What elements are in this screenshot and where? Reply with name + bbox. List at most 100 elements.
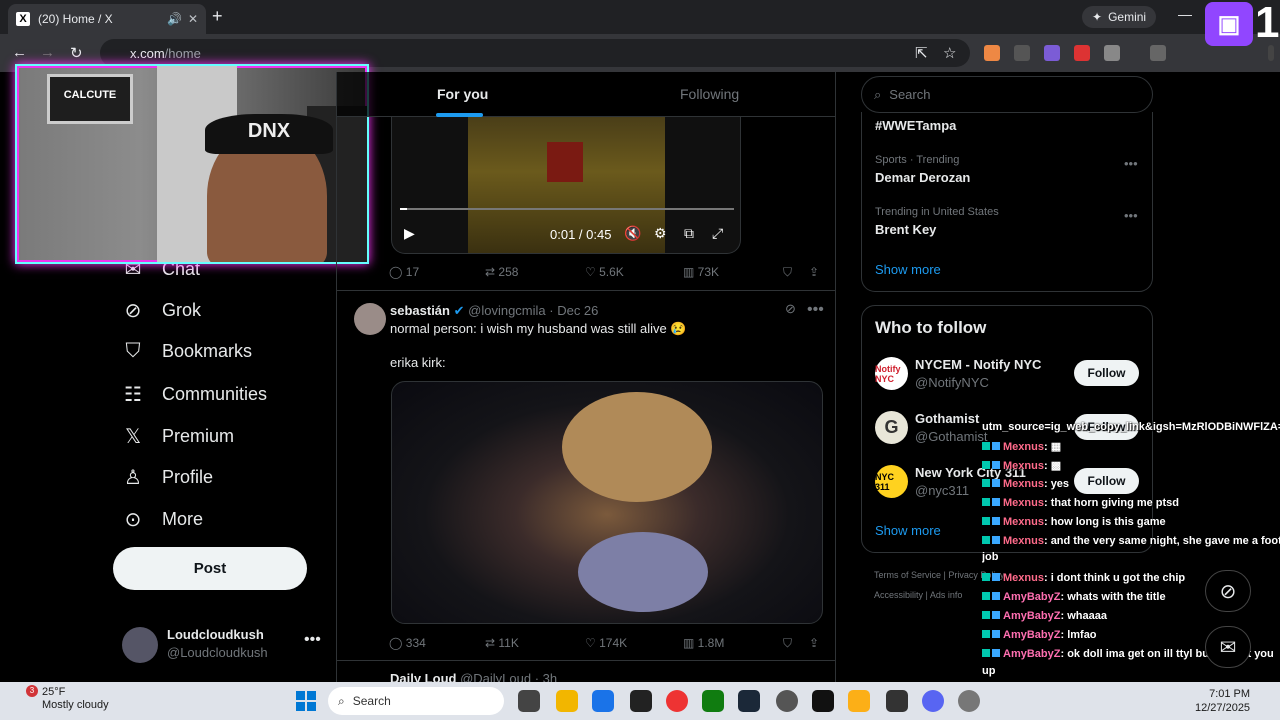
messages-floating-button[interactable]: ✉ (1205, 626, 1251, 668)
avatar[interactable]: G (875, 411, 908, 444)
gemini-button[interactable]: ✦ Gemini (1082, 6, 1157, 28)
more-dots-icon[interactable]: ••• (807, 301, 824, 319)
suggestion-name[interactable]: Gothamist (915, 411, 979, 426)
settings-icon[interactable]: ⚙ (654, 225, 667, 242)
taskbar-search[interactable]: ⌕ Search (328, 687, 504, 715)
footer-links[interactable]: Accessibility | Ads info (874, 590, 962, 600)
task-view-icon[interactable] (518, 690, 540, 712)
close-tab-icon[interactable]: ✕ (188, 12, 198, 26)
tab-search-icon[interactable] (1150, 45, 1166, 61)
reply-button[interactable]: ◯ 334 (389, 636, 426, 650)
extension-icon[interactable] (1044, 45, 1060, 61)
avatar[interactable]: NYC 311 (875, 465, 908, 498)
x-icon: 𝕏 (124, 426, 142, 448)
extension-icon[interactable] (1014, 45, 1030, 61)
chat-username: Mexnus (1003, 572, 1044, 584)
epic-games-icon[interactable] (812, 690, 834, 712)
grok-floating-button[interactable]: ⊘ (1205, 570, 1251, 612)
extension-icon[interactable] (984, 45, 1000, 61)
weather-widget[interactable]: 25°F Mostly cloudy (26, 686, 109, 712)
tweet-author[interactable]: sebastián ✔ @lovingcmila · Dec 26 (390, 303, 598, 319)
tab-following[interactable]: Following (680, 86, 739, 102)
start-button[interactable] (296, 691, 316, 711)
more-dots-icon[interactable]: ••• (304, 631, 321, 649)
repost-button[interactable]: ⇄ 258 (485, 265, 518, 279)
system-clock[interactable]: 7:01 PM 12/27/2025 (1195, 687, 1250, 715)
chat-badge-icon (982, 649, 990, 657)
share-icon[interactable]: ⇪ (809, 265, 819, 279)
nav-more[interactable]: ⊙ More (122, 507, 203, 532)
pip-icon[interactable]: ⧉ (684, 225, 694, 242)
back-icon[interactable]: ← (12, 44, 27, 61)
nav-premium[interactable]: 𝕏 Premium (122, 424, 234, 449)
post-button[interactable]: Post (113, 547, 307, 590)
speaker-icon[interactable]: 🔊 (167, 12, 182, 26)
more-dots-icon[interactable]: ••• (1124, 156, 1138, 171)
show-more-link[interactable]: Show more (875, 523, 941, 538)
tweet-video[interactable] (391, 381, 823, 624)
video-progress-bar[interactable] (400, 208, 734, 210)
nav-label: Communities (162, 384, 268, 404)
forward-icon[interactable]: → (40, 44, 55, 61)
install-icon[interactable]: ⇱ (915, 44, 928, 62)
nav-grok[interactable]: ⊘ Grok (122, 298, 201, 323)
xbox-icon[interactable] (702, 690, 724, 712)
settings-icon[interactable] (958, 690, 980, 712)
extension-icon[interactable] (1074, 45, 1090, 61)
show-more-link[interactable]: Show more (875, 262, 941, 277)
address-input[interactable]: x.com/home (100, 39, 970, 67)
fullscreen-icon[interactable]: ⤢ (712, 225, 723, 242)
steam-icon[interactable] (738, 690, 760, 712)
star-icon[interactable]: ☆ (943, 44, 956, 62)
chat-username: Mexnus (1003, 478, 1044, 490)
video-player[interactable]: ▶ 0:01 / 0:45 🔇 ⚙ ⧉ ⤢ (391, 117, 741, 254)
nav-bookmarks[interactable]: ⛉ Bookmarks (122, 340, 253, 363)
search-input[interactable]: ⌕ Search (861, 76, 1153, 113)
account-switcher[interactable]: Loudcloudkush @Loudcloudkush ••• (122, 625, 322, 665)
trend-name[interactable]: #WWETampa (875, 118, 956, 133)
mute-icon[interactable]: 🔇 (624, 225, 641, 242)
minimize-button[interactable]: — (1178, 6, 1192, 22)
chrome-icon[interactable] (666, 690, 688, 712)
views-button[interactable]: ▥ 73K (683, 265, 719, 279)
store-icon[interactable] (592, 690, 614, 712)
bookmark-icon[interactable]: ⛉ (783, 265, 792, 280)
rockstar-icon[interactable] (848, 690, 870, 712)
chat-line: Mexnus: how long is this game (982, 516, 1280, 528)
tweet[interactable]: sebastián ✔ @lovingcmila · Dec 26 ⊘ ••• … (337, 290, 835, 660)
suggestion-name[interactable]: NYCEM - Notify NYC (915, 357, 1041, 372)
browser-tab[interactable]: X (20) Home / X 🔊 ✕ (8, 4, 206, 34)
tab-for-you[interactable]: For you (437, 86, 488, 102)
follow-button[interactable]: Follow (1074, 360, 1139, 386)
avatar[interactable] (354, 303, 386, 335)
bookmark-icon[interactable]: ⛉ (783, 636, 792, 651)
weather-condition: Mostly cloudy (42, 699, 109, 711)
repost-button[interactable]: ⇄ 11K (485, 636, 519, 650)
like-button[interactable]: ♡ 5.6K (585, 265, 624, 279)
trend-name[interactable]: Demar Derozan (875, 170, 970, 185)
views-button[interactable]: ▥ 1.8M (683, 636, 724, 650)
puzzle-icon[interactable] (1104, 45, 1120, 61)
tweet[interactable]: Daily Loud @DailyLoud · 3h (337, 660, 835, 686)
nav-communities[interactable]: ☷ Communities (122, 382, 267, 407)
nav-profile[interactable]: ♙ Profile (122, 465, 213, 490)
like-button[interactable]: ♡ 174K (585, 636, 627, 650)
share-icon[interactable]: ⇪ (809, 636, 819, 650)
beanie: DNX (205, 114, 333, 154)
chat-username: Mexnus (1003, 516, 1044, 528)
file-explorer-icon[interactable] (556, 690, 578, 712)
nav-label: Bookmarks (162, 341, 253, 361)
suggestion-handle: @nyc311 (915, 483, 970, 498)
app-icon[interactable] (776, 690, 798, 712)
new-tab-button[interactable]: + (212, 6, 223, 27)
grok-icon[interactable]: ⊘ (785, 301, 796, 317)
app-icon[interactable] (630, 690, 652, 712)
reply-button[interactable]: ◯ 17 (389, 265, 419, 279)
discord-icon[interactable] (922, 690, 944, 712)
avatar[interactable]: Notify NYC (875, 357, 908, 390)
7zip-icon[interactable] (886, 690, 908, 712)
play-icon[interactable]: ▶ (404, 225, 415, 242)
trend-name[interactable]: Brent Key (875, 222, 936, 237)
more-dots-icon[interactable]: ••• (1124, 208, 1138, 223)
reload-icon[interactable]: ↻ (70, 44, 83, 62)
